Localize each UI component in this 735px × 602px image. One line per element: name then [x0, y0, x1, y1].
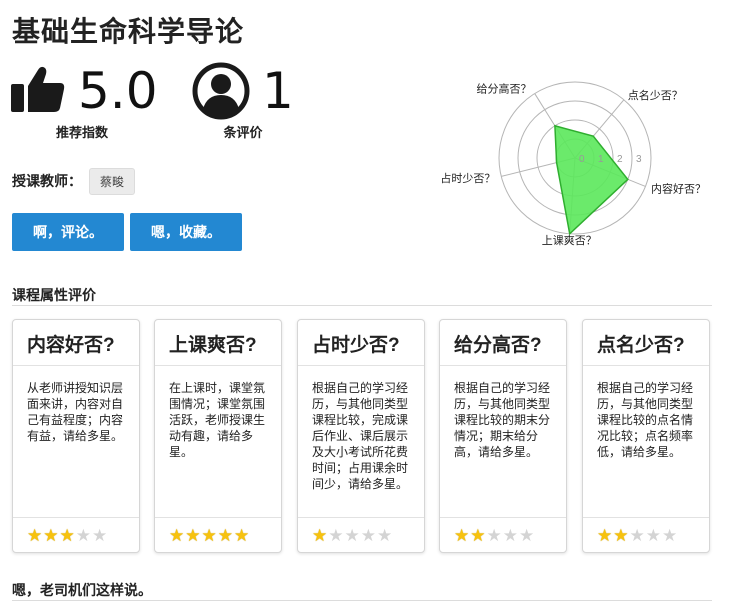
star-icon[interactable]: ★ [43, 528, 58, 545]
radar-series-area [554, 124, 629, 236]
star-icon[interactable]: ★ [630, 528, 645, 545]
card-title: 内容好否? [27, 335, 115, 356]
star-icon[interactable]: ★ [487, 528, 502, 545]
star-icon[interactable]: ★ [92, 528, 107, 545]
star-icon[interactable]: ★ [597, 528, 612, 545]
card-divider [440, 517, 566, 518]
attribute-card: 占时少否? 根据自己的学习经历，与其他同类型课程比较，完成课后作业、课后展示及大小… [297, 319, 425, 553]
star-icon[interactable]: ★ [519, 528, 534, 545]
star-icon[interactable]: ★ [202, 528, 217, 545]
radar-axis-label: 给分高否？ [477, 81, 532, 95]
user-circle-icon [192, 62, 250, 120]
radar-chart: 0 1 2 3 点名少否？ 内容好否？ 上课爽否？ 占时少否？ 给分高否？ [440, 81, 706, 247]
radar-axis-label: 上课爽否？ [542, 234, 597, 247]
comments-section-title: 嗯，老司机们这样说。 [12, 582, 152, 598]
card-title: 上课爽否? [169, 335, 257, 356]
card-divider [155, 365, 281, 366]
star-icon[interactable]: ★ [60, 528, 75, 545]
star-icon[interactable]: ★ [312, 528, 327, 545]
star-icon[interactable]: ★ [76, 528, 91, 545]
card-description: 在上课时，课堂氛围情况；课堂氛围活跃，老师授课生动有趣，请给多星。 [169, 381, 266, 459]
card-divider [298, 365, 424, 366]
attribute-card: 内容好否? 从老师讲授知识层面来讲，内容对自己有益程度；内容有益，请给多星。 ★ ★ ★… [12, 319, 140, 553]
card-description: 根据自己的学习经历，与其他同类型课程比较的期末分情况；期末给分高，请给多星。 [454, 381, 551, 459]
card-divider [155, 517, 281, 518]
card-divider [13, 365, 139, 366]
card-divider [583, 365, 709, 366]
star-icon[interactable]: ★ [613, 528, 628, 545]
card-title: 给分高否? [454, 335, 542, 356]
star-rating[interactable]: ★ ★ ★ ★ ★ [169, 528, 249, 545]
rating-score: 5.0 [78, 62, 158, 120]
attribute-card: 点名少否? 根据自己的学习经历，与其他同类型课程比较的点名情况比较；点名频率低，请… [582, 319, 710, 553]
teacher-chip[interactable]: 蔡畯 [89, 168, 136, 195]
star-icon[interactable]: ★ [646, 528, 661, 545]
star-rating[interactable]: ★ ★ ★ ★ ★ [27, 528, 107, 545]
rating-label: 推荐指数 [55, 125, 108, 140]
review-label: 条评价 [223, 125, 263, 140]
card-description: 从老师讲授知识层面来讲，内容对自己有益程度；内容有益，请给多星。 [27, 381, 124, 443]
card-divider [298, 517, 424, 518]
star-icon[interactable]: ★ [377, 528, 392, 545]
star-icon[interactable]: ★ [169, 528, 184, 545]
star-icon[interactable]: ★ [470, 528, 485, 545]
star-icon[interactable]: ★ [454, 528, 469, 545]
star-icon[interactable]: ★ [662, 528, 677, 545]
card-divider [440, 365, 566, 366]
attribute-card: 上课爽否? 在上课时，课堂氛围情况；课堂氛围活跃，老师授课生动有趣，请给多星。 ★ ★… [154, 319, 282, 553]
teacher-label: 授课教师： [12, 173, 82, 189]
card-description: 根据自己的学习经历，与其他同类型课程比较的点名情况比较；点名频率低，请给多星。 [597, 381, 694, 459]
review-count: 1 [262, 62, 294, 120]
radar-scale-label: 2 [617, 154, 623, 165]
card-divider [13, 517, 139, 518]
attribute-card: 给分高否? 根据自己的学习经历，与其他同类型课程比较的期末分情况；期末给分高，请给… [439, 319, 567, 553]
attributes-divider [12, 305, 712, 306]
thumbs-up-icon [10, 64, 66, 114]
attributes-section-title: 课程属性评价 [12, 287, 96, 303]
star-icon[interactable]: ★ [503, 528, 518, 545]
favorite-button[interactable]: 嗯，收藏。 [130, 213, 242, 251]
card-description: 根据自己的学习经历，与其他同类型课程比较，完成课后作业、课后展示及大小考试所花费… [312, 381, 409, 491]
card-divider [583, 517, 709, 518]
radar-scale-label: 0 [579, 154, 585, 165]
star-rating[interactable]: ★ ★ ★ ★ ★ [312, 528, 392, 545]
star-icon[interactable]: ★ [185, 528, 200, 545]
star-icon[interactable]: ★ [218, 528, 233, 545]
star-icon[interactable]: ★ [328, 528, 343, 545]
card-title: 占时少否? [312, 335, 400, 356]
star-icon[interactable]: ★ [27, 528, 42, 545]
radar-axis-label: 占时少否？ [440, 171, 495, 185]
star-icon[interactable]: ★ [234, 528, 249, 545]
card-title: 点名少否? [597, 335, 685, 356]
comment-button[interactable]: 啊，评论。 [12, 213, 124, 251]
radar-scale-label: 3 [636, 154, 642, 165]
radar-axis-label: 点名少否？ [628, 88, 683, 102]
star-icon[interactable]: ★ [345, 528, 360, 545]
page-title: 基础生命科学导论 [12, 16, 245, 47]
radar-axis-label: 内容好否？ [651, 182, 706, 196]
star-rating[interactable]: ★ ★ ★ ★ ★ [597, 528, 677, 545]
radar-scale-label: 1 [598, 154, 604, 165]
star-rating[interactable]: ★ ★ ★ ★ ★ [454, 528, 534, 545]
star-icon[interactable]: ★ [361, 528, 376, 545]
comments-divider [12, 600, 712, 601]
